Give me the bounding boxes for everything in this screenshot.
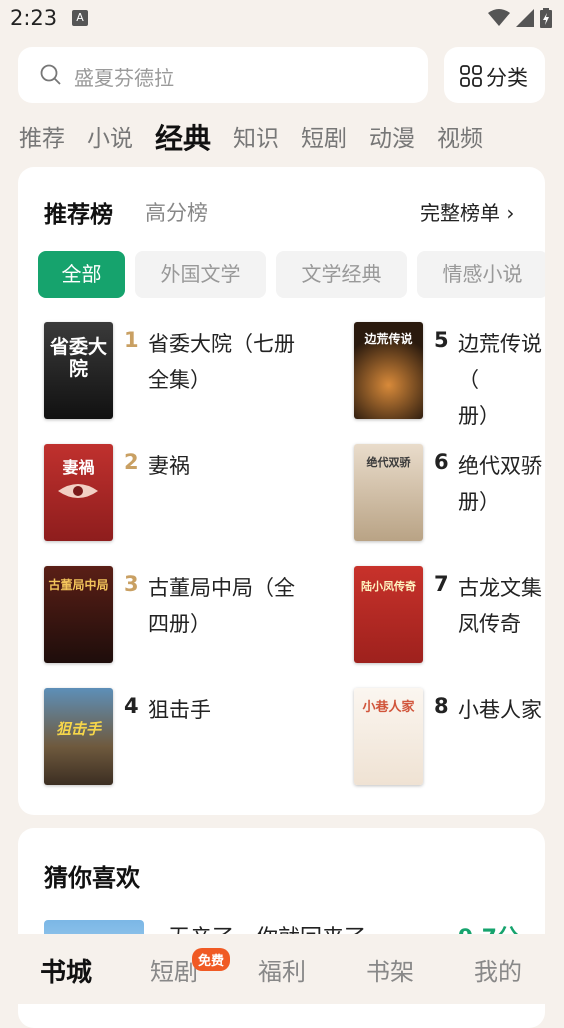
rank-number: 3 <box>124 572 139 596</box>
nav-bookshelf[interactable]: 书架 <box>366 952 414 987</box>
free-badge: 免费 <box>192 948 231 971</box>
tab-recommend[interactable]: 推荐 <box>19 118 65 160</box>
search-bar[interactable]: 盛夏芬德拉 <box>18 47 428 103</box>
book-title: 省委大院（七册 全集） <box>148 332 295 392</box>
book-cover: 狙击手 <box>44 688 113 785</box>
battery-icon <box>540 8 552 28</box>
chip-romance-novel[interactable]: 情感小说 <box>417 251 545 298</box>
category-button[interactable]: 分类 <box>444 47 545 103</box>
rank-number: 1 <box>124 328 139 352</box>
eye-illustration <box>58 484 98 498</box>
book-item[interactable]: 小巷人家 8 小巷人家 <box>354 688 545 788</box>
ranking-tab-high-score[interactable]: 高分榜 <box>145 197 208 227</box>
wifi-icon <box>488 9 510 26</box>
book-cover: 陆小凤传奇 <box>354 566 423 663</box>
nav-welfare[interactable]: 福利 <box>258 952 306 987</box>
nav-short-drama[interactable]: 短剧 <box>150 952 198 987</box>
book-item[interactable]: 狙击手 4 狙击手 <box>44 688 334 788</box>
book-cover: 古董局中局 <box>44 566 113 663</box>
book-cover: 妻禍 <box>44 444 113 541</box>
grid-icon <box>460 65 482 87</box>
chip-literary-classics[interactable]: 文学经典 <box>276 251 407 298</box>
book-item[interactable]: 边荒传说 5 边荒传说（ 册） <box>354 322 545 428</box>
book-item[interactable]: 妻禍 2 妻祸 <box>44 444 334 544</box>
rank-number: 6 <box>434 450 449 474</box>
nav-bookstore[interactable]: 书城 <box>40 952 92 989</box>
notification-icon: A <box>72 10 88 26</box>
book-title: 古董局中局（全 四册） <box>148 576 295 636</box>
tab-knowledge[interactable]: 知识 <box>233 118 279 160</box>
category-label: 分类 <box>486 66 528 90</box>
chip-foreign-literature[interactable]: 外国文学 <box>135 251 266 298</box>
channel-tabs: 推荐 小说 经典 知识 短剧 动漫 视频 <box>19 118 505 160</box>
book-cover: 省委大院 <box>44 322 113 419</box>
tab-short-drama[interactable]: 短剧 <box>301 118 347 160</box>
rank-number: 2 <box>124 450 139 474</box>
rank-number: 5 <box>434 328 449 352</box>
book-cover: 边荒传说 <box>354 322 423 419</box>
filter-chips: 全部 外国文学 文学经典 情感小说 <box>38 251 545 299</box>
rank-number: 4 <box>124 694 139 718</box>
guess-title: 猜你喜欢 <box>44 864 140 892</box>
book-title: 古龙文集 凤传奇 <box>458 576 542 636</box>
book-title: 边荒传说（ 册） <box>458 332 542 428</box>
book-item[interactable]: 古董局中局 3 古董局中局（全 四册） <box>44 566 334 666</box>
tab-anime[interactable]: 动漫 <box>369 118 415 160</box>
book-cover: 小巷人家 <box>354 688 423 785</box>
chip-all[interactable]: 全部 <box>38 251 125 298</box>
full-ranking-link[interactable]: 完整榜单 › <box>420 197 514 226</box>
system-icons <box>488 8 552 28</box>
ranking-tab-recommend[interactable]: 推荐榜 <box>44 195 113 229</box>
tab-classic[interactable]: 经典 <box>155 118 211 160</box>
tab-video[interactable]: 视频 <box>437 118 483 160</box>
bottom-nav: 书城 短剧 免费 福利 书架 我的 <box>0 934 564 1004</box>
search-placeholder: 盛夏芬德拉 <box>74 66 174 90</box>
ranking-card: 推荐榜 高分榜 完整榜单 › 全部 外国文学 文学经典 情感小说 省委大院 1 … <box>18 167 545 815</box>
rank-number: 8 <box>434 694 449 718</box>
status-time: 2:23 <box>10 6 58 30</box>
status-bar: 2:23 A <box>0 0 564 38</box>
book-cover: 绝代双骄 <box>354 444 423 541</box>
book-item[interactable]: 绝代双骄 6 绝代双骄 册） <box>354 444 545 544</box>
signal-icon <box>516 9 534 27</box>
book-title: 绝代双骄 册） <box>458 454 542 514</box>
tab-novel[interactable]: 小说 <box>87 118 133 160</box>
book-title: 妻祸 <box>148 454 190 478</box>
search-icon <box>40 64 61 85</box>
book-item[interactable]: 省委大院 1 省委大院（七册 全集） <box>44 322 334 422</box>
book-title: 小巷人家 <box>458 698 542 722</box>
nav-me[interactable]: 我的 <box>474 952 522 987</box>
rank-number: 7 <box>434 572 449 596</box>
book-item[interactable]: 陆小凤传奇 7 古龙文集 凤传奇 <box>354 566 545 666</box>
book-title: 狙击手 <box>148 698 211 722</box>
